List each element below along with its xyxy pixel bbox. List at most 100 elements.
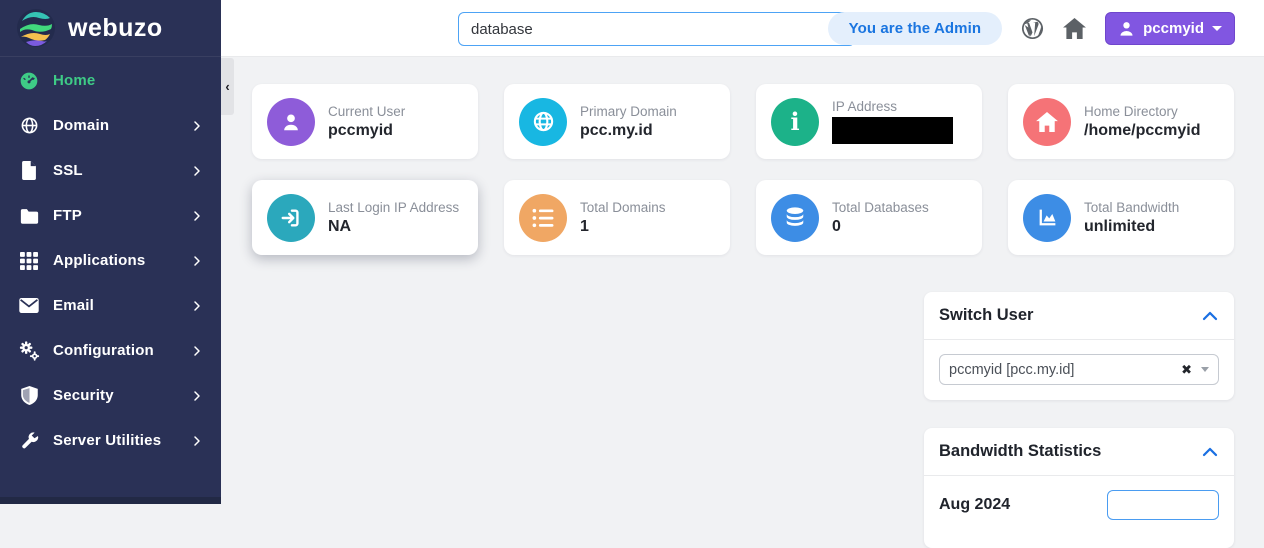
card-current-user[interactable]: Current User pccmyid (252, 84, 478, 159)
admin-role-badge: You are the Admin (827, 12, 1003, 45)
chevron-right-icon (194, 165, 200, 176)
card-total-domains[interactable]: Total Domains 1 (504, 180, 730, 255)
sidebar-item-label: Home (53, 72, 96, 89)
sidebar-collapse-toggle[interactable]: ‹ (221, 58, 234, 115)
caret-down-icon (1212, 26, 1222, 31)
caret-down-icon (1201, 367, 1209, 372)
webuzo-logo-icon (17, 9, 55, 47)
sidebar-item-label: Applications (53, 252, 146, 269)
bandwidth-period-label: Aug 2024 (939, 496, 1011, 513)
redacted-ip-value (832, 117, 953, 144)
top-header: You are the Admin pccmyid (221, 0, 1264, 57)
chevron-up-icon[interactable] (1201, 443, 1219, 461)
envelope-icon (18, 295, 40, 317)
stats-card-grid: Current User pccmyid Primary Domain pcc.… (252, 84, 1234, 255)
card-value: unlimited (1084, 217, 1156, 235)
chevron-left-icon: ‹ (225, 79, 230, 94)
card-primary-domain[interactable]: Primary Domain pcc.my.id (504, 84, 730, 159)
sidebar: webuzo Home Domain SSL FTP Applications … (0, 0, 221, 504)
panel-title: Switch User (939, 306, 1034, 324)
sidebar-nav: Home Domain SSL FTP Applications Email C… (0, 57, 221, 463)
sidebar-scrollbar[interactable] (0, 497, 221, 504)
sidebar-item-email[interactable]: Email (0, 283, 221, 328)
card-ip-address[interactable]: i IP Address (756, 84, 982, 159)
user-menu-label: pccmyid (1143, 20, 1204, 37)
chevron-right-icon (194, 210, 200, 221)
card-last-login-ip[interactable]: Last Login IP Address NA (252, 180, 478, 255)
chevron-right-icon (194, 300, 200, 311)
chevron-right-icon (194, 345, 200, 356)
card-value: 0 (832, 217, 841, 235)
bandwidth-statistics-panel: Bandwidth Statistics Aug 2024 (924, 428, 1234, 548)
sidebar-item-configuration[interactable]: Configuration (0, 328, 221, 373)
switch-user-select[interactable]: pccmyid [pcc.my.id] ✖ (939, 354, 1219, 385)
wordpress-icon[interactable] (1021, 17, 1044, 40)
card-value: NA (328, 217, 352, 235)
card-label: Total Bandwidth (1084, 199, 1180, 215)
database-icon (771, 193, 819, 242)
chevron-right-icon (194, 120, 200, 131)
card-label: Home Directory (1084, 103, 1178, 119)
chart-icon (1023, 193, 1071, 242)
globe-icon (18, 115, 40, 137)
card-value: pcc.my.id (580, 121, 653, 139)
sidebar-item-security[interactable]: Security (0, 373, 221, 418)
list-icon (519, 193, 567, 242)
card-label: Current User (328, 103, 406, 119)
file-icon (18, 160, 40, 182)
chevron-right-icon (194, 435, 200, 446)
card-label: Primary Domain (580, 103, 677, 119)
bandwidth-details-button[interactable] (1107, 490, 1219, 520)
sidebar-item-ssl[interactable]: SSL (0, 148, 221, 193)
gauge-icon (18, 70, 40, 92)
sidebar-item-label: Email (53, 297, 95, 314)
sidebar-item-label: FTP (53, 207, 82, 224)
card-value: /home/pccmyid (1084, 121, 1201, 139)
gears-icon (18, 340, 40, 362)
sidebar-item-domain[interactable]: Domain (0, 103, 221, 148)
header-right-group: You are the Admin pccmyid (827, 0, 1235, 57)
user-icon (1120, 22, 1133, 36)
user-menu-button[interactable]: pccmyid (1105, 12, 1235, 45)
card-label: Total Databases (832, 199, 929, 215)
folder-icon (18, 205, 40, 227)
globe-icon (519, 97, 567, 146)
wrench-icon (18, 430, 40, 452)
card-label: IP Address (832, 99, 898, 114)
card-label: Total Domains (580, 199, 666, 215)
card-home-directory[interactable]: Home Directory /home/pccmyid (1008, 84, 1234, 159)
chevron-right-icon (194, 255, 200, 266)
brand-logo[interactable]: webuzo (0, 0, 221, 57)
selected-user: pccmyid [pcc.my.id] (949, 361, 1075, 378)
info-icon: i (771, 97, 819, 146)
sidebar-item-label: SSL (53, 162, 83, 179)
card-value: pccmyid (328, 121, 393, 139)
sidebar-item-label: Configuration (53, 342, 154, 359)
card-label: Last Login IP Address (328, 199, 460, 215)
chevron-up-icon[interactable] (1201, 307, 1219, 325)
sidebar-item-label: Server Utilities (53, 432, 162, 449)
sidebar-item-label: Security (53, 387, 114, 404)
clear-selection-icon[interactable]: ✖ (1181, 362, 1192, 378)
bandwidth-header: Bandwidth Statistics (924, 428, 1234, 476)
sidebar-item-applications[interactable]: Applications (0, 238, 221, 283)
search-input[interactable] (458, 12, 855, 46)
panel-title: Bandwidth Statistics (939, 442, 1102, 460)
switch-user-header: Switch User (924, 292, 1234, 340)
card-total-databases[interactable]: Total Databases 0 (756, 180, 982, 255)
signin-icon (267, 193, 315, 242)
chevron-right-icon (194, 390, 200, 401)
home-icon (1023, 97, 1071, 146)
grid-icon (18, 250, 40, 272)
card-total-bandwidth[interactable]: Total Bandwidth unlimited (1008, 180, 1234, 255)
sidebar-item-home[interactable]: Home (0, 58, 221, 103)
shield-icon (18, 385, 40, 407)
sidebar-item-label: Domain (53, 117, 110, 134)
user-icon (267, 97, 315, 146)
switch-user-panel: Switch User pccmyid [pcc.my.id] ✖ (924, 292, 1234, 400)
home-icon[interactable] (1063, 17, 1087, 40)
brand-name: webuzo (68, 13, 163, 42)
sidebar-item-ftp[interactable]: FTP (0, 193, 221, 238)
card-value: 1 (580, 217, 589, 235)
sidebar-item-server-utilities[interactable]: Server Utilities (0, 418, 221, 463)
